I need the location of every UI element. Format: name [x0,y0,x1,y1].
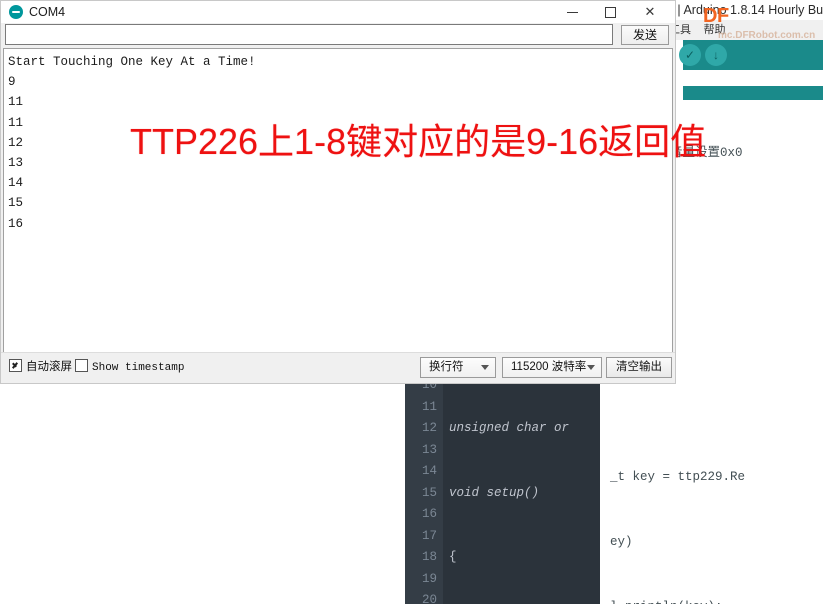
chevron-down-icon [481,365,489,370]
ide-tabbar-accent [683,86,823,100]
serial-input[interactable] [5,24,613,45]
arduino-icon [9,5,23,19]
line-number: 14 [421,464,437,478]
serial-monitor-bottombar: 自动滚屏 Show timestamp 换行符 115200 波特率 清空输出 [1,352,675,383]
ide-titlebar: a | Arduino 1.8.14 Hourly Bui [665,0,823,20]
chevron-down-icon [587,365,595,370]
dfrobot-logo: DF [703,5,729,27]
serial-send-row: 发送 [1,23,675,47]
baud-rate-select[interactable]: 115200 波特率 [502,357,602,378]
show-timestamp-checkbox[interactable]: Show timestamp [75,359,184,375]
autoscroll-label: 自动滚屏 [26,361,72,373]
annotation-text: TTP226上1-8键对应的是9-16返回值 [130,121,707,162]
line-number: 11 [421,399,437,414]
editor-gutter: 10 11 12 13 14 15 16 17 18 19 20 21 22 [405,375,443,604]
line-ending-value: 换行符 [429,361,464,373]
code-line: ey) [610,534,633,549]
checkbox-checked-icon[interactable] [9,359,22,372]
line-number: 15 [421,485,437,500]
clear-output-button[interactable]: 清空输出 [606,357,672,378]
verify-icon[interactable]: ✓ [679,44,701,66]
line-number: 18 [421,550,437,564]
upload-icon[interactable]: ↓ [705,44,727,66]
maximize-icon[interactable] [591,1,629,23]
serial-monitor-titlebar[interactable]: COM4 ✕ [1,1,675,23]
send-button[interactable]: 发送 [621,25,669,45]
code-line: _t key = ttp229.Re [610,470,746,485]
window-title: COM4 [29,5,66,19]
serial-output-area[interactable]: Start Touching One Key At a Time! 9 11 1… [3,48,673,353]
ide-toolbar: ✓ ↓ [679,40,823,70]
code-line: unsigned char or [449,421,570,435]
serial-monitor-window: COM4 ✕ 发送 Start Touching One Key At a Ti… [0,0,676,384]
line-number: 19 [421,571,437,586]
line-number: 12 [421,421,437,435]
autoscroll-checkbox[interactable]: 自动滚屏 [9,359,72,374]
baud-rate-value: 115200 波特率 [511,361,587,373]
code-line: { [449,550,457,564]
line-number: 20 [421,593,437,604]
ide-title-text: a | Arduino 1.8.14 Hourly Bui [667,3,823,17]
line-number: 17 [421,528,437,543]
minimize-icon[interactable] [553,1,591,23]
code-line: void setup() [449,485,540,500]
editor-code-column[interactable]: unsigned char or void setup() { Serial.b… [449,375,600,604]
show-timestamp-label: Show timestamp [92,362,185,374]
ide-sketch-tabstrip[interactable] [683,70,823,87]
code-line: l.println(key); [600,597,823,604]
line-ending-select[interactable]: 换行符 [420,357,496,378]
ide-code-dark-panel[interactable]: 10 11 12 13 14 15 16 17 18 19 20 21 22 u… [405,375,600,604]
close-icon[interactable]: ✕ [631,1,669,23]
checkbox-unchecked-icon[interactable] [75,359,88,372]
line-number: 13 [421,442,437,457]
line-number: 16 [421,507,437,521]
